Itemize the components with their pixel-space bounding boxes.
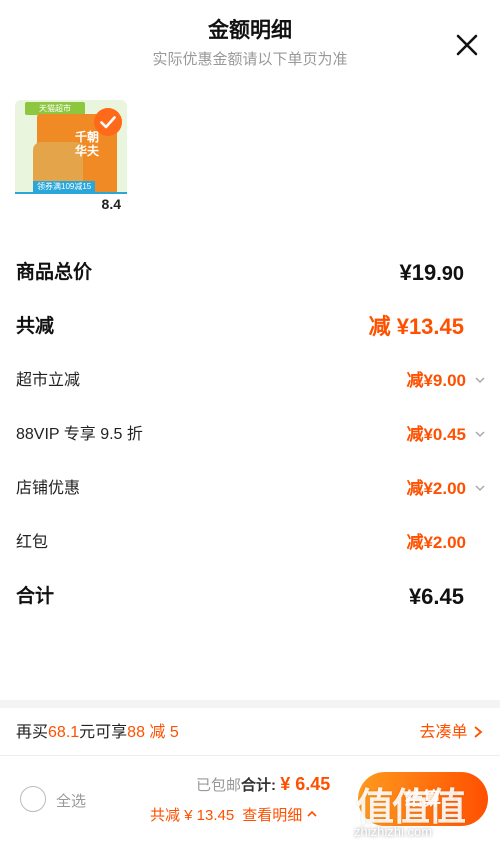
red-packet-value: 减¥2.00	[406, 533, 466, 552]
vip-discount-value: 减¥0.45	[406, 425, 466, 444]
product-box-text: 千朝 华夫	[75, 130, 100, 158]
page-title: 金额明细	[208, 19, 292, 42]
bottom-total-amount: ¥ 6.45	[280, 774, 331, 794]
promo-tag: 领券满109减15	[33, 181, 96, 192]
total-reduce-label: 共减	[16, 316, 55, 337]
shop-discount-value: 减¥2.00	[406, 479, 466, 498]
chevron-down-icon[interactable]	[474, 482, 486, 494]
row-total-reduce: 共减 减 ¥13.45	[16, 312, 486, 342]
sum-value: ¥6.45	[408, 584, 464, 609]
price-banner: 领券满109减15 8.4	[15, 181, 127, 214]
product-price: 8.4	[101, 196, 121, 212]
total-price-label: 商品总价	[16, 262, 93, 283]
sum-label: 合计	[16, 586, 55, 607]
bottom-reduce-text: 共减 ¥ 13.45	[150, 807, 235, 824]
rebuy-hint: 再买68.1元可享88 减 5	[16, 724, 179, 741]
go-collect-link[interactable]: 去凑单	[420, 718, 484, 742]
watermark-logo: 值值值	[356, 785, 466, 829]
total-reduce-value: 减 ¥13.45	[368, 314, 464, 339]
total-price-value: ¥19.90	[399, 260, 464, 285]
select-all-radio[interactable]	[20, 786, 46, 812]
red-packet-label: 红包	[16, 534, 49, 551]
bottom-total-label: 合计:	[241, 777, 277, 794]
row-total-price: 商品总价 ¥19.90	[16, 258, 486, 288]
row-supermarket-discount[interactable]: 超市立减 减¥9.00	[16, 366, 486, 396]
watermark-site: zhizhizhi.com	[354, 824, 433, 839]
supermarket-discount-label: 超市立减	[16, 372, 81, 389]
chevron-down-icon[interactable]	[474, 374, 486, 386]
row-sum: 合计 ¥6.45	[16, 582, 486, 612]
vip-discount-label: 88VIP 专享 9.5 折	[16, 426, 143, 443]
view-detail-link[interactable]: 共减 ¥ 13.45 查看明细	[150, 804, 318, 825]
free-shipping-text: 已包邮	[196, 777, 242, 794]
section-divider	[0, 700, 500, 708]
watermark: 值值值 zhizhizhi.com	[350, 772, 500, 852]
page-subtitle: 实际优惠金额请以下单页为准	[152, 51, 348, 68]
header: 金额明细 实际优惠金额请以下单页为准	[0, 0, 500, 84]
rebuy-offer: 88 减 5	[127, 724, 179, 741]
chevron-right-icon	[474, 726, 483, 738]
supermarket-discount-value: 减¥9.00	[406, 371, 466, 390]
bottom-divider	[0, 755, 500, 756]
chevron-down-icon[interactable]	[474, 428, 486, 440]
chevron-up-icon	[307, 810, 317, 817]
select-all-label: 全选	[56, 793, 87, 810]
close-icon[interactable]	[454, 32, 480, 58]
row-red-packet: 红包 减¥2.00	[16, 528, 486, 558]
rebuy-amount: 68.1	[48, 724, 80, 741]
checked-icon[interactable]	[94, 108, 122, 136]
row-shop-discount[interactable]: 店铺优惠 减¥2.00	[16, 474, 486, 504]
shop-discount-label: 店铺优惠	[16, 480, 81, 497]
bottom-summary: 已包邮合计: ¥ 6.45	[196, 774, 330, 795]
row-vip-discount[interactable]: 88VIP 专享 9.5 折 减¥0.45	[16, 420, 486, 450]
